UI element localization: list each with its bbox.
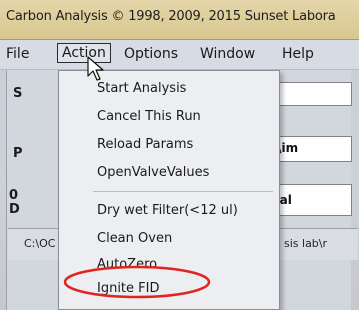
bg-label-0: 0 (9, 188, 19, 203)
menu-separator (93, 191, 273, 192)
window-title: Carbon Analysis © 1998, 2009, 2015 Sunse… (6, 9, 336, 24)
menu-bar: File Action Options Window Help (0, 40, 359, 70)
bg-label-d: D (9, 202, 20, 217)
menu-item-cancel-run[interactable]: Cancel This Run (97, 109, 201, 124)
bg-label-s: S (13, 86, 23, 101)
status-path: C:\OC (24, 237, 56, 250)
menu-item-open-valve-values[interactable]: OpenValveValues (97, 165, 209, 180)
title-bar: Carbon Analysis © 1998, 2009, 2015 Sunse… (0, 0, 359, 40)
menu-item-dry-wet-filter[interactable]: Dry wet Filter(<12 ul) (97, 203, 238, 218)
menu-help[interactable]: Help (282, 46, 314, 62)
menu-item-start-analysis[interactable]: Start Analysis (97, 81, 186, 96)
bg-label-p: P (13, 146, 23, 161)
menu-item-clean-oven[interactable]: Clean Oven (97, 231, 172, 246)
menu-options[interactable]: Options (124, 46, 178, 62)
annotation-ring (63, 265, 211, 299)
mouse-pointer-icon (87, 56, 104, 81)
menu-item-reload-params[interactable]: Reload Params (97, 137, 193, 152)
menu-window[interactable]: Window (200, 46, 255, 62)
screen: Carbon Analysis © 1998, 2009, 2015 Sunse… (0, 0, 359, 310)
status-path-right: sis lab\r (284, 237, 328, 250)
menu-file[interactable]: File (6, 46, 29, 62)
